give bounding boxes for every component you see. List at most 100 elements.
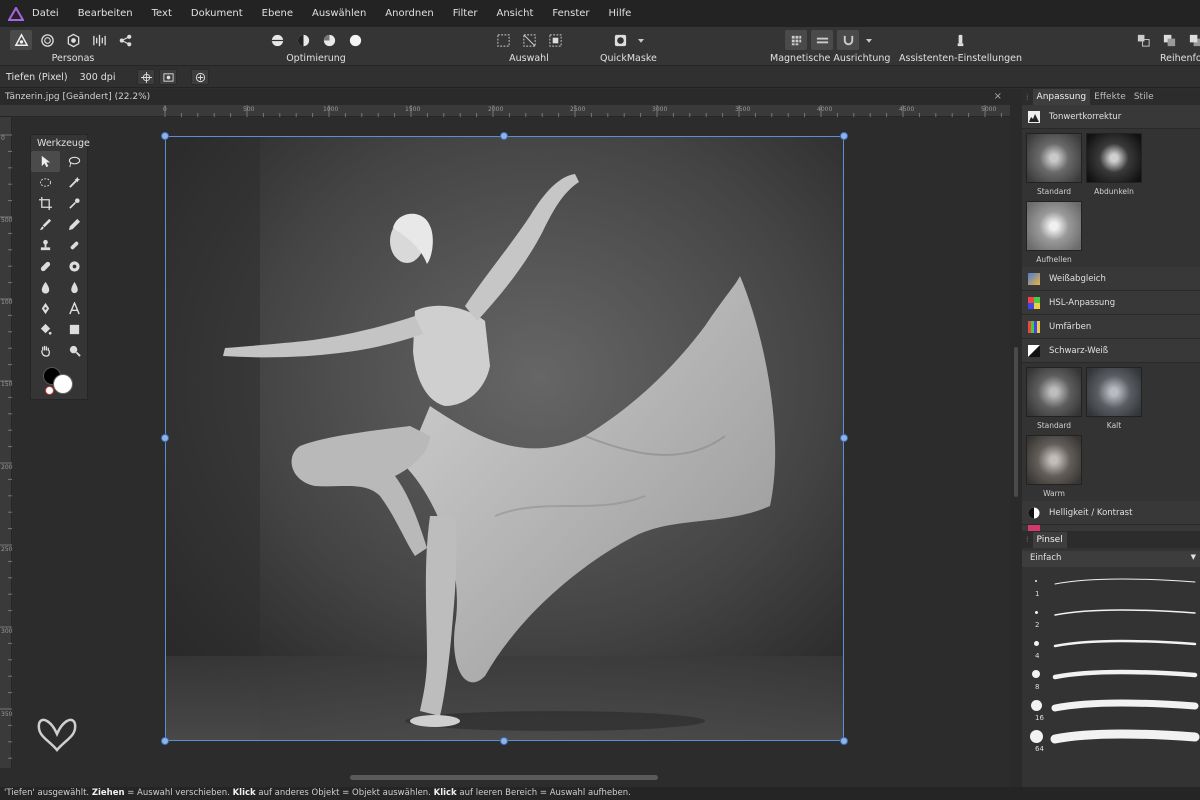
- brush-preset[interactable]: 2: [1022, 601, 1200, 632]
- vertical-scroll-thumb[interactable]: [1014, 347, 1018, 497]
- view-tool[interactable]: [31, 340, 60, 361]
- snapping-dropdown[interactable]: [863, 30, 875, 50]
- tab-effekte[interactable]: Effekte: [1090, 92, 1130, 102]
- adjustment-tonwertkorrektur[interactable]: Tonwertkorrektur: [1022, 105, 1200, 129]
- selection-bounding-box[interactable]: [165, 136, 844, 741]
- crop-tool[interactable]: [31, 193, 60, 214]
- adjustment-weissabgleich[interactable]: Weißabgleich: [1022, 267, 1200, 291]
- healing-brush-tool[interactable]: [60, 235, 89, 256]
- move-forward-one-button[interactable]: [1184, 30, 1200, 50]
- snapping-magnet-button[interactable]: [837, 30, 860, 50]
- resize-handle-right[interactable]: [840, 434, 848, 442]
- deselect-button[interactable]: [518, 30, 540, 50]
- brush-category-select[interactable]: Einfach ▼: [1022, 551, 1200, 567]
- color-picker-tool[interactable]: [60, 193, 89, 214]
- resize-handle-bottom-left[interactable]: [161, 737, 169, 745]
- tab-pinsel[interactable]: Pinsel: [1032, 531, 1067, 548]
- brush-preset[interactable]: 64: [1022, 725, 1200, 756]
- develop-persona-button[interactable]: [62, 30, 84, 50]
- adjustment-hsl[interactable]: HSL-Anpassung: [1022, 291, 1200, 315]
- liquify-persona-button[interactable]: [36, 30, 58, 50]
- photo-persona-button[interactable]: [10, 30, 32, 50]
- select-all-button[interactable]: [492, 30, 514, 50]
- blur-tool[interactable]: [60, 277, 89, 298]
- adjustment-schwarz-weiss[interactable]: Schwarz-Weiß: [1022, 339, 1200, 363]
- tone-mapping-persona-button[interactable]: [88, 30, 110, 50]
- affinity-logo-icon[interactable]: [0, 0, 32, 27]
- replace-image-button[interactable]: [159, 69, 178, 85]
- auto-levels-button[interactable]: [266, 30, 288, 50]
- menu-text[interactable]: Text: [152, 8, 172, 19]
- move-origin-button[interactable]: [137, 69, 156, 85]
- resize-handle-top[interactable]: [500, 132, 508, 140]
- document-canvas[interactable]: [13, 118, 1010, 768]
- menu-dokument[interactable]: Dokument: [191, 8, 243, 19]
- resize-handle-bottom[interactable]: [500, 737, 508, 745]
- grip-icon[interactable]: ⁞: [1022, 535, 1033, 544]
- resize-handle-top-right[interactable]: [840, 132, 848, 140]
- flood-select-tool[interactable]: [60, 172, 89, 193]
- menu-hilfe[interactable]: Hilfe: [609, 8, 632, 19]
- auto-white-balance-button[interactable]: [344, 30, 366, 50]
- dodge-tool[interactable]: [31, 277, 60, 298]
- quickmask-button[interactable]: [609, 30, 631, 50]
- grip-icon[interactable]: ⁞: [1022, 93, 1033, 102]
- menu-anordnen[interactable]: Anordnen: [385, 8, 433, 19]
- menu-auswaehlen[interactable]: Auswählen: [312, 8, 366, 19]
- paint-brush-tool[interactable]: [31, 214, 60, 235]
- resize-handle-bottom-right[interactable]: [840, 737, 848, 745]
- menu-bearbeiten[interactable]: Bearbeiten: [78, 8, 133, 19]
- preset-sw-kalt[interactable]: Kalt: [1086, 367, 1142, 431]
- text-tool[interactable]: [60, 298, 89, 319]
- no-color-icon[interactable]: [45, 386, 54, 395]
- preset-sw-warm[interactable]: Warm: [1026, 435, 1082, 499]
- move-back-one-button[interactable]: [1158, 30, 1180, 50]
- move-to-back-button[interactable]: [1132, 30, 1154, 50]
- document-tab[interactable]: Tänzerin.jpg [Geändert] (22.2%) ×: [0, 89, 1010, 105]
- resize-handle-top-left[interactable]: [161, 132, 169, 140]
- pen-tool[interactable]: [31, 298, 60, 319]
- color-well[interactable]: [31, 361, 87, 395]
- preset-sw-standard[interactable]: Standard: [1026, 367, 1082, 431]
- snapping-grid-button[interactable]: [785, 30, 808, 50]
- clone-tool[interactable]: [31, 235, 60, 256]
- tab-anpassung[interactable]: Anpassung: [1032, 89, 1091, 105]
- preset-aufhellen[interactable]: Aufhellen: [1026, 201, 1082, 265]
- vertical-scrollbar[interactable]: [1010, 89, 1022, 787]
- menu-filter[interactable]: Filter: [453, 8, 478, 19]
- menu-fenster[interactable]: Fenster: [552, 8, 589, 19]
- pixel-tool[interactable]: [60, 214, 89, 235]
- brush-preset[interactable]: 1: [1022, 570, 1200, 601]
- brush-preset[interactable]: 4: [1022, 632, 1200, 663]
- horizontal-scroll-thumb[interactable]: [350, 775, 658, 780]
- export-persona-button[interactable]: [114, 30, 136, 50]
- resize-handle-left[interactable]: [161, 434, 169, 442]
- brush-preset[interactable]: 8: [1022, 663, 1200, 694]
- freehand-selection-tool[interactable]: [60, 151, 89, 172]
- selection-brush-tool[interactable]: [31, 172, 60, 193]
- invert-selection-button[interactable]: [544, 30, 566, 50]
- menu-datei[interactable]: Datei: [32, 8, 59, 19]
- preset-standard[interactable]: Standard: [1026, 133, 1082, 197]
- snapping-options-button[interactable]: [811, 30, 834, 50]
- auto-colors-button[interactable]: [318, 30, 340, 50]
- adjustment-umfaerben[interactable]: Umfärben: [1022, 315, 1200, 339]
- move-tool[interactable]: [31, 151, 60, 172]
- auto-contrast-button[interactable]: [292, 30, 314, 50]
- menu-ebene[interactable]: Ebene: [262, 8, 293, 19]
- fill-tool[interactable]: [31, 319, 60, 340]
- secondary-color-swatch[interactable]: [53, 374, 73, 394]
- preset-abdunkeln[interactable]: Abdunkeln: [1086, 133, 1142, 197]
- assistant-button[interactable]: [950, 30, 972, 50]
- quickmask-dropdown[interactable]: [635, 30, 647, 50]
- brush-preset[interactable]: 16: [1022, 694, 1200, 725]
- shape-tool[interactable]: [60, 319, 89, 340]
- red-eye-tool[interactable]: [60, 256, 89, 277]
- horizontal-scrollbar[interactable]: [0, 768, 1010, 787]
- menu-ansicht[interactable]: Ansicht: [496, 8, 533, 19]
- patch-tool[interactable]: [31, 256, 60, 277]
- adjustment-helligkeit-kontrast[interactable]: Helligkeit / Kontrast: [1022, 501, 1200, 525]
- transform-button[interactable]: [191, 69, 210, 85]
- zoom-tool[interactable]: [60, 340, 89, 361]
- tab-stile[interactable]: Stile: [1130, 92, 1158, 102]
